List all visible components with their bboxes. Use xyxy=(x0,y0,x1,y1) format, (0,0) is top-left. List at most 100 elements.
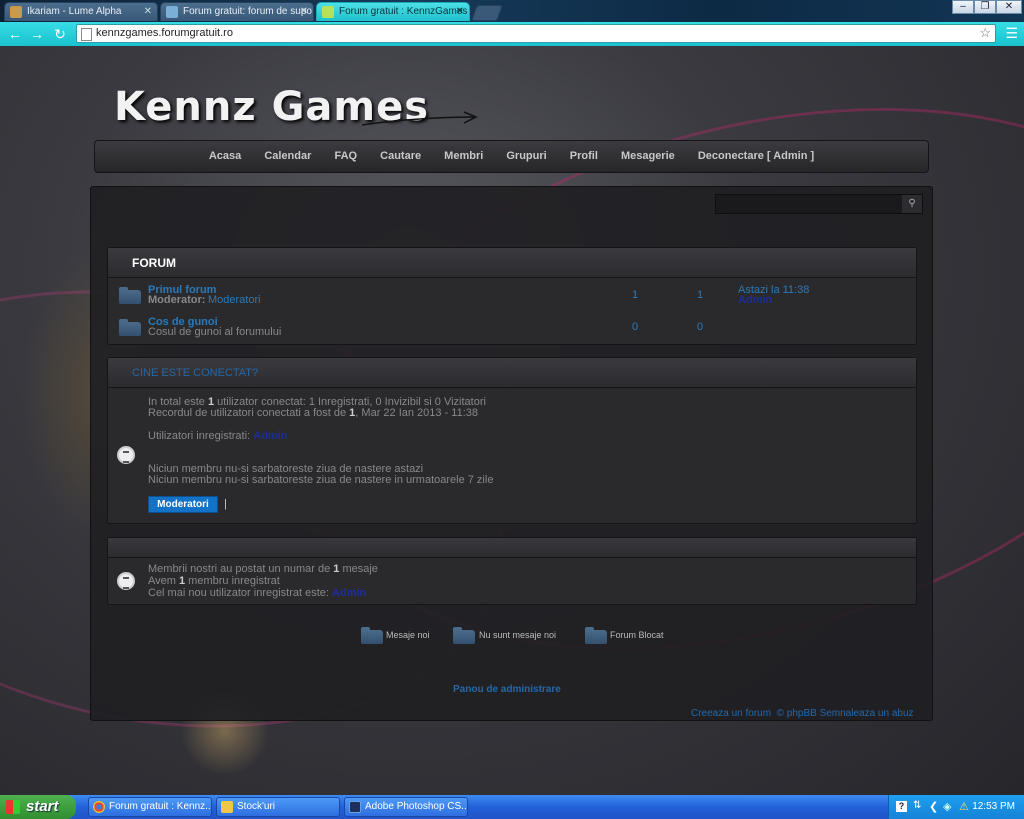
legend-no-new-messages: Nu sunt mesaje noi xyxy=(479,630,557,640)
close-tab-icon[interactable]: ✕ xyxy=(144,3,152,21)
taskbar-item-chrome[interactable]: Forum gratuit : Kennz... xyxy=(88,797,212,817)
bookmark-star-icon[interactable]: ☆ xyxy=(979,25,991,41)
folder-icon xyxy=(119,287,141,304)
text: Utilizatori inregistrati: xyxy=(148,430,254,442)
chrome-icon xyxy=(93,801,105,813)
back-chevron-icon[interactable]: ❮ xyxy=(929,800,938,813)
text: Avem xyxy=(148,575,179,587)
security-icon[interactable]: ⚠ xyxy=(959,800,969,813)
locked-forum-folder-icon xyxy=(585,627,607,644)
moderators-button[interactable]: Moderatori xyxy=(148,496,218,513)
separator: | xyxy=(224,498,227,510)
taskbar-item-photoshop[interactable]: Adobe Photoshop CS... xyxy=(344,797,468,817)
tab-kennzgames[interactable]: Forum gratuit : KennzGames ✕ xyxy=(316,2,470,21)
new-tab-button[interactable] xyxy=(471,5,503,21)
post-count: 1 xyxy=(697,289,704,301)
forward-arrow-icon[interactable]: → xyxy=(28,25,46,43)
windows-taskbar: start Forum gratuit : Kennz... Stock'uri… xyxy=(0,795,1024,819)
close-window-button[interactable]: ✕ xyxy=(996,0,1022,14)
registered-users-text: Utilizatori inregistrati: Admin xyxy=(148,430,287,442)
nav-profil[interactable]: Profil xyxy=(570,141,598,172)
close-tab-icon[interactable]: ✕ xyxy=(456,3,464,21)
restore-button[interactable]: ❐ xyxy=(974,0,996,14)
admin-panel-link[interactable]: Panou de administrare xyxy=(453,684,561,695)
topic-count: 0 xyxy=(632,321,639,333)
info-notepad-icon xyxy=(117,446,135,464)
user-link[interactable]: Admin xyxy=(253,430,287,442)
forum-list-panel: FORUM Primul forum Moderator: Moderatori… xyxy=(107,247,917,345)
text: Cel mai nou utilizator inregistrat este: xyxy=(148,587,333,599)
close-tab-icon[interactable]: ✕ xyxy=(300,3,308,21)
user-link[interactable]: Admin xyxy=(332,587,366,599)
task-label: Stock'uri xyxy=(237,801,276,812)
back-arrow-icon[interactable]: ← xyxy=(6,25,24,43)
minimize-button[interactable]: – xyxy=(952,0,974,14)
task-label: Adobe Photoshop CS... xyxy=(365,801,468,812)
stats-posts-text: Membrii nostri au postat un numar de 1 m… xyxy=(148,563,378,575)
phpbb-link[interactable]: © phpBB xyxy=(777,708,817,719)
create-forum-link[interactable]: Creeaza un forum xyxy=(691,708,771,719)
content-area: ⚲ FORUM Primul forum Moderator: Moderato… xyxy=(90,186,933,721)
task-label: Forum gratuit : Kennz... xyxy=(109,801,212,812)
nav-cautare[interactable]: Cautare xyxy=(380,141,421,172)
tray-app-icon[interactable]: ◈ xyxy=(943,800,951,813)
moderator-label: Moderator: xyxy=(148,294,206,306)
menu-icon[interactable]: ☰ xyxy=(1005,26,1018,40)
reload-icon[interactable]: ↻ xyxy=(51,25,69,43)
online-header-title[interactable]: CINE ESTE CONECTAT? xyxy=(132,367,258,379)
stats-members-text: Avem 1 membru inregistrat xyxy=(148,575,280,587)
search-input[interactable]: ⚲ xyxy=(715,194,923,214)
last-post-user-link[interactable]: Admin xyxy=(738,294,772,306)
who-is-online-panel: CINE ESTE CONECTAT? In total este 1 util… xyxy=(107,357,917,524)
footer: Creeaza un forum © phpBB Semnaleaza un a… xyxy=(691,708,914,719)
text: mesaje xyxy=(339,563,378,575)
nav-faq[interactable]: FAQ xyxy=(334,141,357,172)
tab-forum-gratuit[interactable]: Forum gratuit: forum de supo ✕ xyxy=(160,2,314,21)
tab-ikariam[interactable]: Ikariam - Lume Alpha ✕ xyxy=(4,2,158,21)
text: Recordul de utilizatori conectati a fost… xyxy=(148,407,350,419)
post-count: 0 xyxy=(697,321,704,333)
text: Membrii nostri au postat un numar de xyxy=(148,563,334,575)
folder-icon xyxy=(221,801,233,813)
tab-title: Forum gratuit : KennzGames xyxy=(339,6,468,17)
birthday-week-text: Niciun membru nu-si sarbatoreste ziua de… xyxy=(148,474,494,486)
online-header: CINE ESTE CONECTAT? xyxy=(108,358,916,388)
url-text: kennzgames.forumgratuit.ro xyxy=(96,27,233,39)
taskbar-item-folder[interactable]: Stock'uri xyxy=(216,797,340,817)
nav-grupuri[interactable]: Grupuri xyxy=(506,141,546,172)
web-page: Kennz Games Acasa Calendar FAQ Cautare M… xyxy=(0,46,1024,795)
help-icon[interactable]: ? xyxy=(896,801,907,812)
forum-row: Primul forum Moderator: Moderatori 1 1 A… xyxy=(108,280,916,310)
nav-calendar[interactable]: Calendar xyxy=(264,141,311,172)
browser-toolbar: ← → ↻ kennzgames.forumgratuit.ro ☆ ☰ xyxy=(0,22,1024,47)
folder-icon xyxy=(119,319,141,336)
text: membru inregistrat xyxy=(185,575,280,587)
windows-flag-icon xyxy=(6,800,20,814)
nav-membri[interactable]: Membri xyxy=(444,141,483,172)
nav-mesagerie[interactable]: Mesagerie xyxy=(621,141,675,172)
topic-count: 1 xyxy=(632,289,639,301)
forum-favicon-icon xyxy=(322,6,334,18)
forum-favicon-icon xyxy=(166,6,178,18)
stats-header xyxy=(108,538,916,558)
report-abuse-link[interactable]: Semnaleaza un abuz xyxy=(820,708,914,719)
system-tray: ? ⇅ ❮ ◈ ⚠ 12:53 PM xyxy=(888,795,1024,819)
ikariam-favicon-icon xyxy=(10,6,22,18)
forum-header: FORUM xyxy=(108,248,916,278)
browser-tab-strip: Ikariam - Lume Alpha ✕ Forum gratuit: fo… xyxy=(0,0,1024,22)
system-clock[interactable]: 12:53 PM xyxy=(972,795,1015,819)
address-bar[interactable]: kennzgames.forumgratuit.ro ☆ xyxy=(76,24,996,43)
online-record-text: Recordul de utilizatori conectati a fost… xyxy=(148,407,478,419)
statistics-panel: Membrii nostri au postat un numar de 1 m… xyxy=(107,537,917,605)
legend-new-messages: Mesaje noi xyxy=(386,630,430,640)
moderator-link[interactable]: Moderatori xyxy=(208,294,261,306)
start-button[interactable]: start xyxy=(0,795,76,819)
nav-acasa[interactable]: Acasa xyxy=(209,141,241,172)
stats-newest-text: Cel mai nou utilizator inregistrat este:… xyxy=(148,587,366,599)
page-icon xyxy=(81,28,92,41)
network-icon[interactable]: ⇅ xyxy=(913,800,921,811)
search-icon[interactable]: ⚲ xyxy=(902,195,922,213)
nav-deconectare[interactable]: Deconectare [ Admin ] xyxy=(698,141,814,172)
new-messages-folder-icon xyxy=(361,627,383,644)
main-navigation: Acasa Calendar FAQ Cautare Membri Grupur… xyxy=(94,140,929,173)
